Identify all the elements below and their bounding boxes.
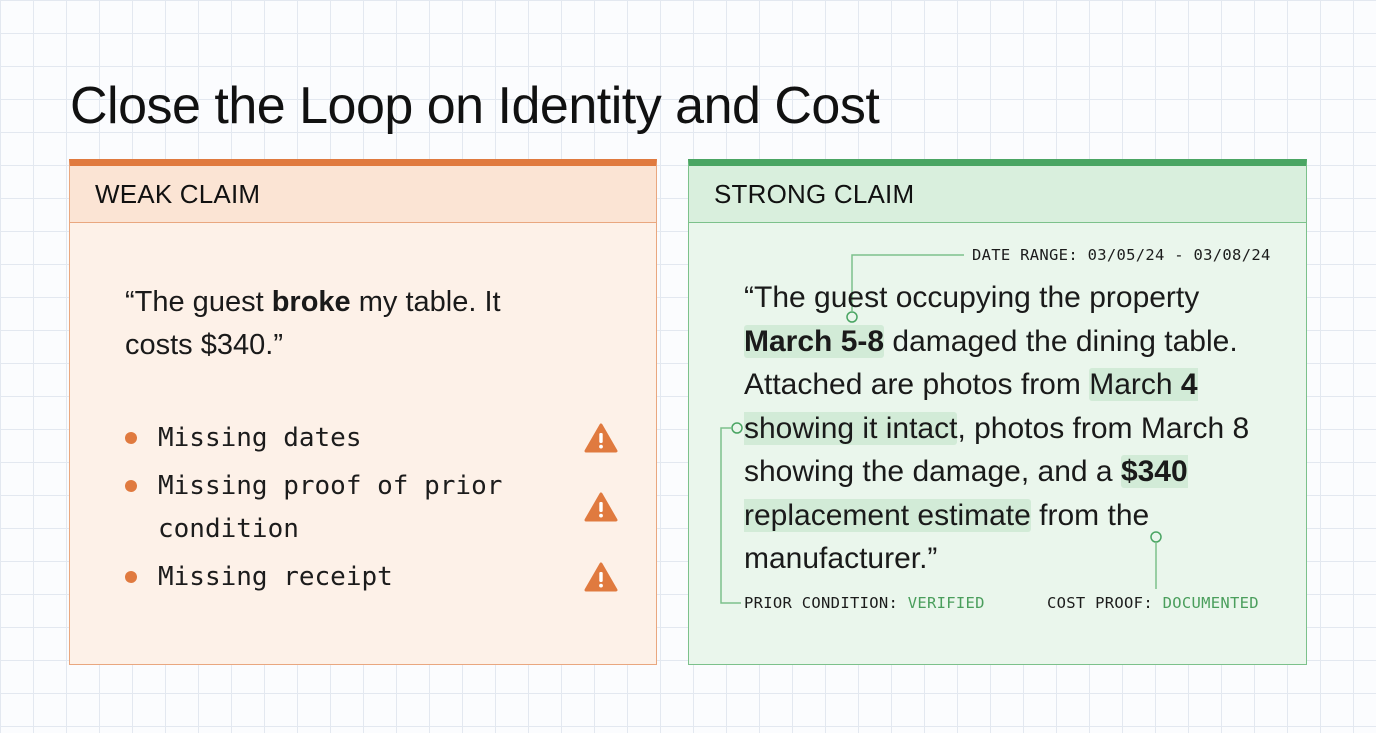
bullet-dot — [125, 480, 137, 492]
quote-text: replacement estimate — [744, 498, 1031, 532]
annotation-status: VERIFIED — [907, 594, 985, 612]
quote-bold: March 5-8 — [744, 324, 885, 358]
prior-condition-anchor — [731, 422, 743, 434]
strong-claim-card: STRONG CLAIM DATE RANGE: 03/05/24 - 03/0… — [688, 159, 1307, 665]
issue-item-missing-receipt: Missing receipt — [125, 556, 618, 599]
cost-proof-annotation: COST PROOF: DOCUMENTED — [1047, 594, 1259, 612]
quote-text: March — [1089, 368, 1181, 401]
quote-text: showing it intact — [744, 411, 958, 445]
annotation-label: PRIOR CONDITION: — [744, 594, 908, 612]
strong-claim-header: STRONG CLAIM — [689, 166, 1306, 223]
highlight-date-range: March 5-8 — [744, 324, 885, 358]
warning-icon — [584, 492, 618, 522]
bullet-dot — [125, 432, 137, 444]
annotation-label: COST PROOF: — [1047, 594, 1163, 612]
weak-quote-part1: “The guest — [125, 286, 272, 318]
weak-claim-card: WEAK CLAIM “The guest broke my table. It… — [69, 159, 657, 665]
date-range-annotation: DATE RANGE: 03/05/24 - 03/08/24 — [972, 246, 1271, 264]
warning-icon — [584, 562, 618, 592]
issue-text: Missing receipt — [158, 562, 393, 592]
quote-text: “The guest occupying the property — [744, 281, 1200, 314]
warning-icon — [584, 423, 618, 453]
weak-quote-bold: broke — [271, 286, 351, 318]
issue-text: Missing dates — [158, 423, 362, 453]
strong-claim-quote: “The guest occupying the property March … — [744, 276, 1284, 581]
prior-condition-annotation: PRIOR CONDITION: VERIFIED — [744, 594, 985, 612]
issue-item-missing-dates: Missing dates — [125, 417, 618, 460]
quote-bold: 4 — [1180, 368, 1198, 401]
weak-claim-header: WEAK CLAIM — [70, 166, 656, 223]
issue-item-missing-proof: Missing proof of prior condition — [125, 465, 618, 551]
quote-bold: $340 — [1120, 455, 1188, 488]
annotation-status: DOCUMENTED — [1162, 594, 1259, 612]
prior-condition-leader — [720, 427, 741, 604]
issue-text: Missing proof of prior condition — [158, 471, 503, 544]
weak-claim-quote: “The guest broke my table. It costs $340… — [125, 281, 565, 367]
page-title: Close the Loop on Identity and Cost — [70, 77, 880, 135]
bullet-dot — [125, 571, 137, 583]
